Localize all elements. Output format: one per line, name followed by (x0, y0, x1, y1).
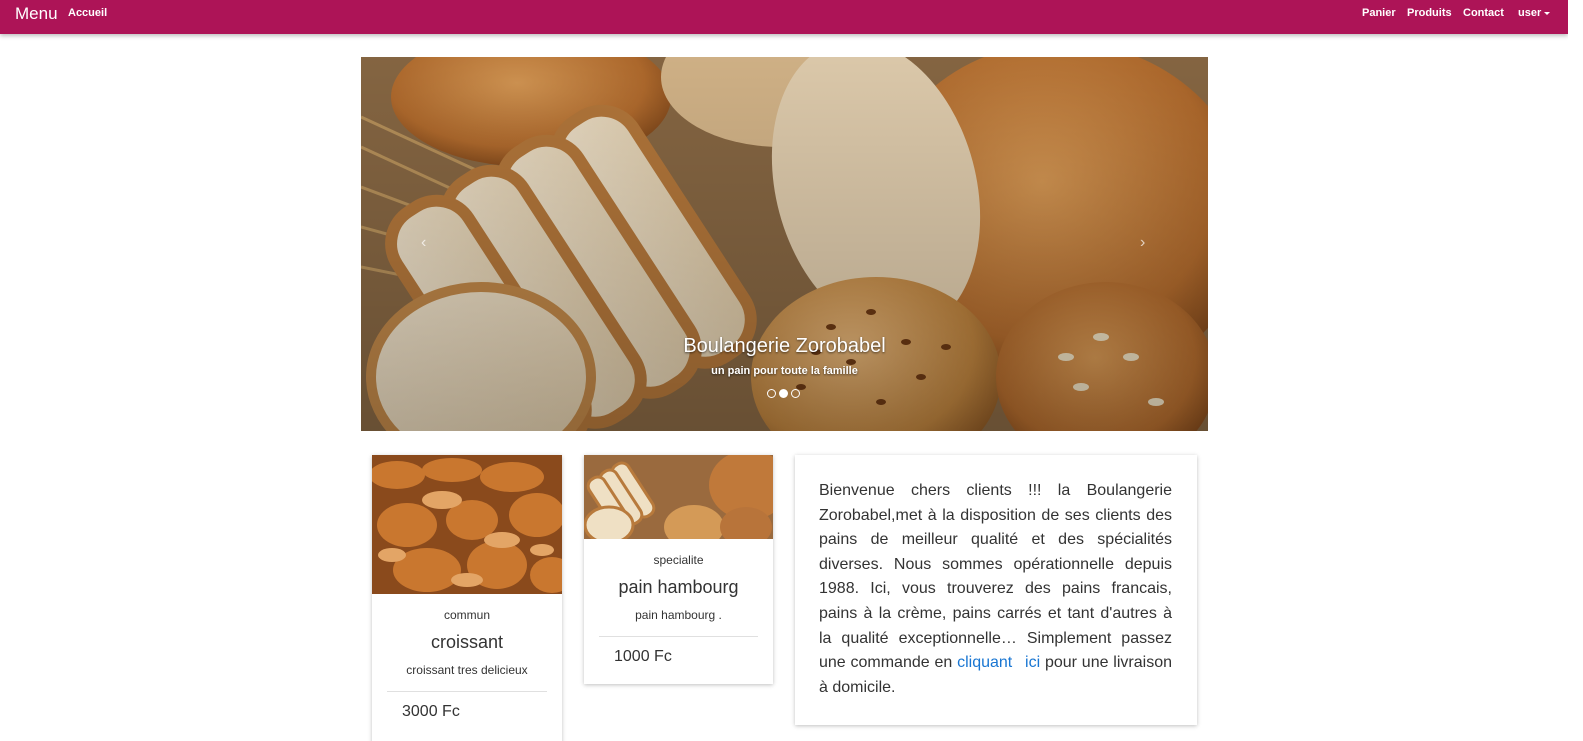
hero-carousel[interactable]: ‹ › Boulangerie Zorobabel un pain pour t… (361, 57, 1208, 431)
product-price: 1000 Fc (614, 648, 672, 665)
page-scrollbar[interactable] (1568, 0, 1583, 741)
carousel-indicator[interactable] (767, 389, 776, 398)
welcome-text-part: Bienvenue chers clients !!! la Boulanger… (819, 482, 1172, 672)
product-name: pain hambourg (618, 577, 739, 597)
product-description: pain hambourg . (635, 608, 722, 622)
divider (387, 691, 547, 692)
product-image (372, 455, 562, 594)
carousel-caption-subtitle: un pain pour toute la famille (711, 365, 858, 377)
product-card[interactable]: commun croissant croissant tres delicieu… (372, 455, 562, 741)
nav-contact-link[interactable]: Contact (1463, 7, 1504, 19)
nav-home-link[interactable]: Accueil (68, 7, 107, 19)
order-here-link[interactable]: cliquant ici (957, 654, 1040, 671)
menu-brand[interactable]: Menu (15, 4, 58, 24)
user-label: user (1518, 7, 1542, 19)
carousel-indicator[interactable] (779, 389, 788, 398)
product-name: croissant (430, 632, 504, 652)
divider (599, 636, 758, 637)
carousel-caption-title: Boulangerie Zorobabel (683, 335, 886, 357)
product-image (584, 455, 773, 539)
product-category: specialite (653, 553, 704, 567)
welcome-panel: Bienvenue chers clients !!! la Boulanger… (795, 455, 1197, 725)
top-navbar: Menu Accueil Panier Produits Contact use… (0, 0, 1568, 34)
product-description: croissant tres delicieux (406, 663, 528, 677)
carousel-next-arrow[interactable]: › (1140, 234, 1145, 252)
product-category: commun (443, 608, 490, 622)
nav-products-link[interactable]: Produits (1407, 7, 1452, 19)
chevron-down-icon (1544, 11, 1551, 15)
product-price: 3000 Fc (402, 703, 460, 720)
nav-cart-link[interactable]: Panier (1362, 7, 1396, 19)
product-card[interactable]: specialite pain hambourg pain hambourg .… (584, 455, 773, 684)
nav-user-dropdown[interactable]: user (1518, 7, 1551, 19)
carousel-indicators (767, 389, 800, 398)
welcome-text: Bienvenue chers clients !!! la Boulanger… (819, 479, 1172, 700)
carousel-prev-arrow[interactable]: ‹ (421, 234, 426, 252)
carousel-indicator[interactable] (791, 389, 800, 398)
